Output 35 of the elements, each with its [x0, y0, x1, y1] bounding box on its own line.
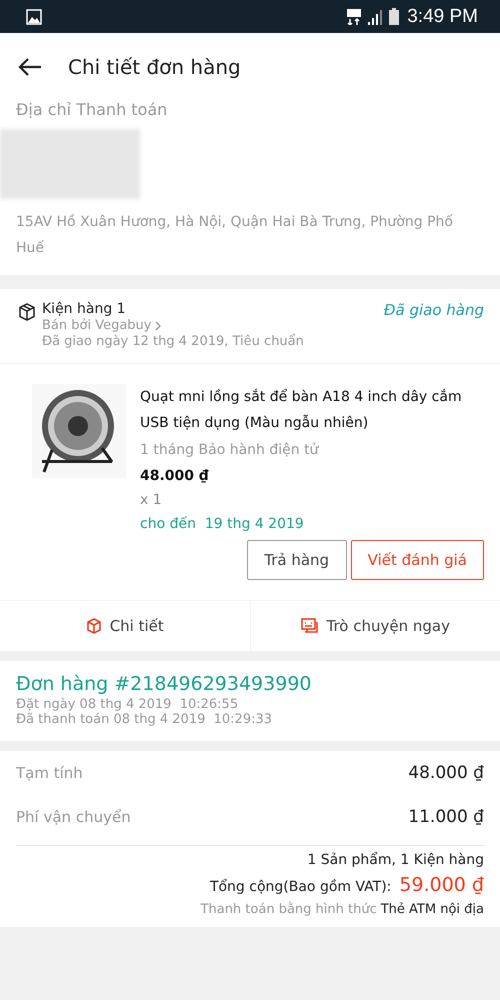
return-button[interactable]: Trả hàng — [246, 540, 347, 580]
chevron-right-icon — [154, 320, 162, 330]
payment-date: Đã thanh toán 08 thg 4 2019 10:29:33 — [15, 712, 274, 727]
package-title: Kiện hàng 1 — [42, 301, 127, 317]
page-title: Chi tiết đơn hàng — [68, 54, 241, 78]
quantity-text: x 1 — [140, 492, 163, 508]
product-name: Quạt mni lồng sắt để bàn A18 4 inch dây cắm USB tiện dụng (Màu ngẫu nhiên) — [140, 388, 463, 433]
summary-value: 11.000 ₫ — [408, 807, 484, 827]
chat-icon — [300, 618, 318, 634]
order-date: Đặt ngày 08 thg 4 2019 10:26:55 — [15, 697, 240, 712]
signal-icon — [367, 8, 384, 24]
address-label: Địa chỉ Thanh toán — [15, 100, 168, 119]
package-icon — [18, 303, 36, 321]
address-text: 15AV Hồ Xuân Hương, Hà Nội, Quận Hai Bà Trưng, Phường Phố Huế — [15, 213, 454, 258]
payment-method: Thẻ ATM nội địa — [380, 902, 484, 917]
summary-label: Phí vận chuyển — [16, 808, 131, 826]
payment-label: Thanh toán bằng hình thức — [200, 902, 377, 917]
summary-label: Tạm tính — [16, 764, 83, 782]
delivery-info: Đã giao ngày 12 thg 4 2019, Tiêu chuẩn — [42, 334, 305, 349]
order-number: Đơn hàng #218496293493990 — [15, 672, 313, 697]
battery-icon — [389, 8, 400, 25]
delivery-status: Đã giao hàng — [384, 301, 484, 321]
summary-value: 48.000 ₫ — [408, 763, 484, 783]
product-price: 48.000 ₫ — [140, 468, 210, 484]
item-count: 1 Sản phẩm, 1 Kiện hàng — [307, 852, 484, 868]
warranty-text: 1 tháng Bảo hành điện tử — [140, 442, 320, 458]
data-icon — [347, 8, 362, 24]
total-label: Tổng cộng(Bao gồm VAT): — [210, 879, 392, 895]
review-button[interactable]: Viết đánh giá — [350, 540, 484, 580]
clock-time: 3:49 PM — [407, 6, 478, 28]
box-icon — [86, 618, 102, 634]
back-arrow-icon[interactable] — [18, 56, 42, 76]
image-icon — [26, 8, 42, 24]
return-deadline: cho đến 19 thg 4 2019 — [140, 516, 305, 532]
total-amount: 59.000 ₫ — [399, 874, 484, 896]
